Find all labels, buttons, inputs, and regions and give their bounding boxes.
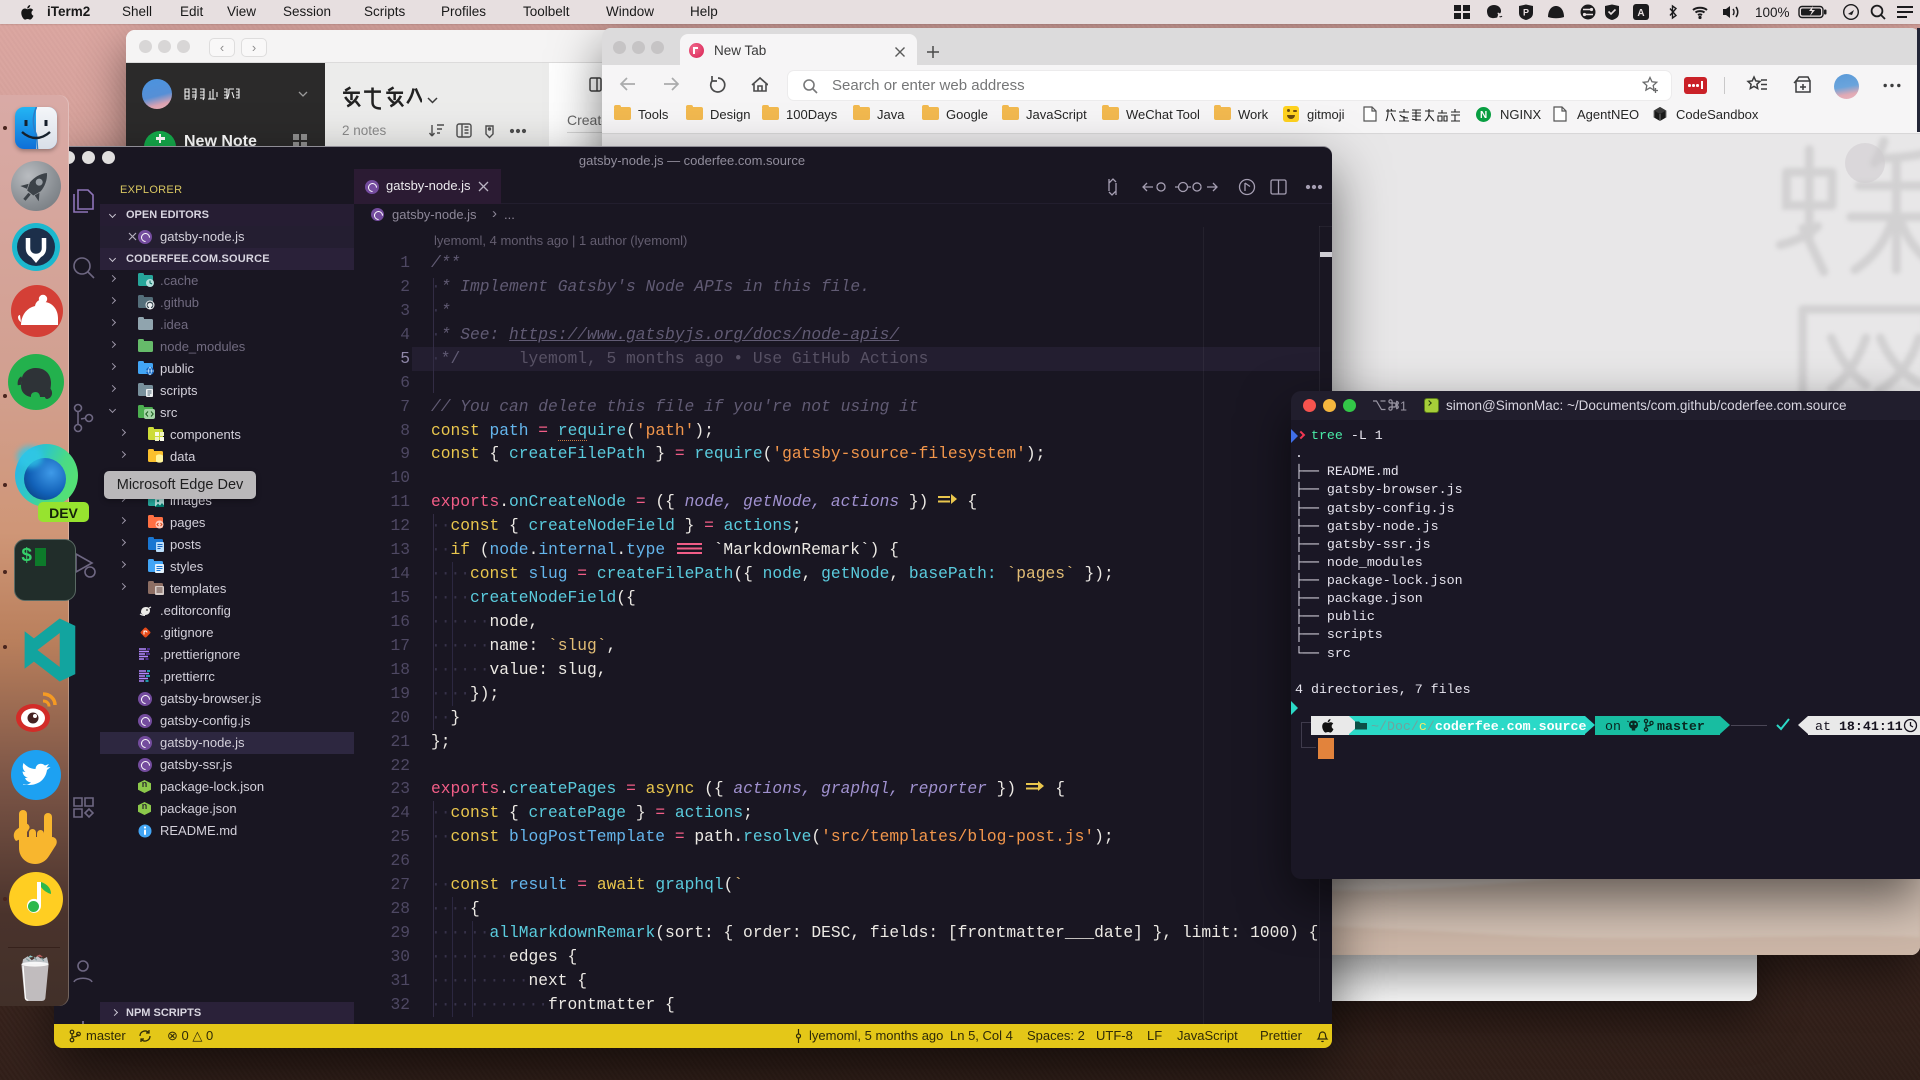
svg-text:100%: 100%	[1755, 5, 1790, 20]
svg-text:A: A	[1637, 8, 1644, 19]
svg-text:1: 1	[1400, 400, 1407, 414]
svg-text:P: P	[1523, 8, 1529, 18]
